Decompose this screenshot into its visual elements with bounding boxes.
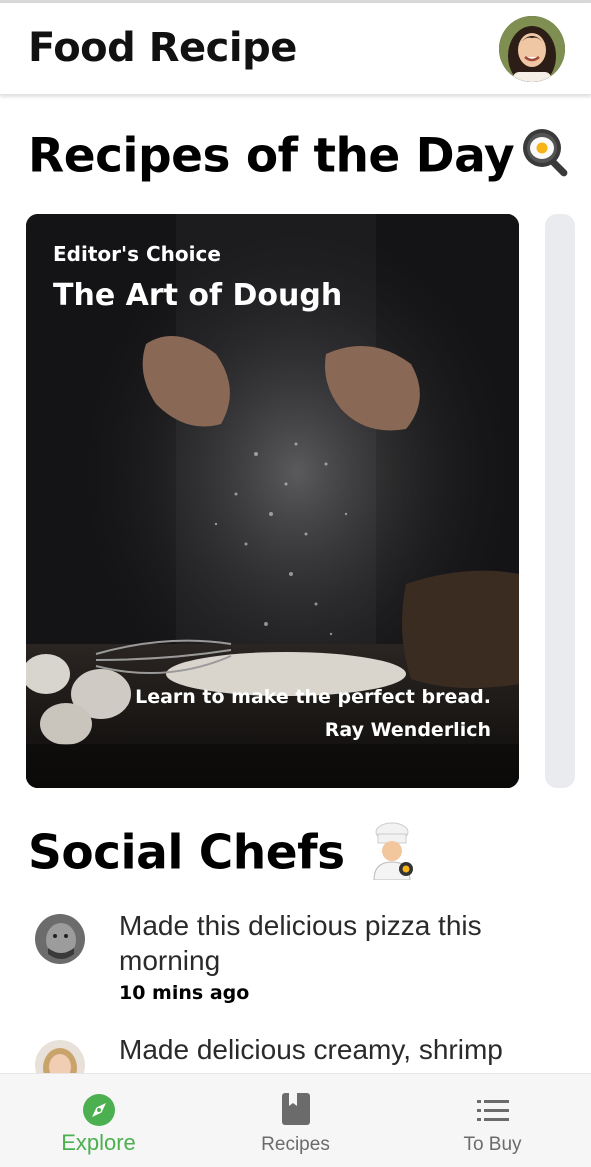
recipe-card[interactable]: Editor's Choice The Art of Dough Learn t… (26, 214, 519, 788)
nav-to-buy[interactable]: To Buy (394, 1074, 591, 1167)
frying-pan-egg-icon (518, 124, 576, 194)
chef-post-message: Made delicious creamy, shrimp (119, 1034, 503, 1065)
next-recipe-card[interactable] (545, 214, 575, 788)
nav-to-buy-label: To Buy (463, 1134, 522, 1155)
compass-icon (81, 1092, 117, 1133)
list-icon (476, 1100, 509, 1127)
nav-explore[interactable]: Explore (0, 1074, 197, 1167)
chef-avatar (35, 914, 85, 964)
chef-post-message: Made this delicious pizza this morning (119, 910, 482, 976)
nav-recipes-label: Recipes (261, 1134, 330, 1155)
profile-avatar-image (499, 16, 565, 82)
social-chefs-heading: Social Chefs (28, 820, 424, 892)
nav-recipes[interactable]: Recipes (197, 1074, 394, 1167)
chef-post-time: 10 mins ago (119, 982, 250, 1004)
woman-cook-icon (364, 820, 424, 892)
card-title: The Art of Dough (53, 278, 343, 313)
card-eyebrow: Editor's Choice (53, 242, 221, 266)
book-icon (281, 1092, 311, 1131)
app-title: Food Recipe (28, 25, 297, 71)
nav-explore-label: Explore (61, 1130, 136, 1155)
card-description: Learn to make the perfect bread. (135, 686, 491, 708)
app-bar: Food Recipe (0, 3, 591, 95)
bottom-navigation: Explore Recipes To Buy (0, 1073, 591, 1167)
social-chefs-title: Social Chefs (28, 825, 345, 881)
card-author: Ray Wenderlich (324, 719, 491, 741)
recipes-of-the-day-heading: Recipes of the Day (28, 124, 576, 194)
recipes-of-the-day-title: Recipes of the Day (28, 128, 515, 184)
profile-avatar[interactable] (499, 16, 565, 82)
